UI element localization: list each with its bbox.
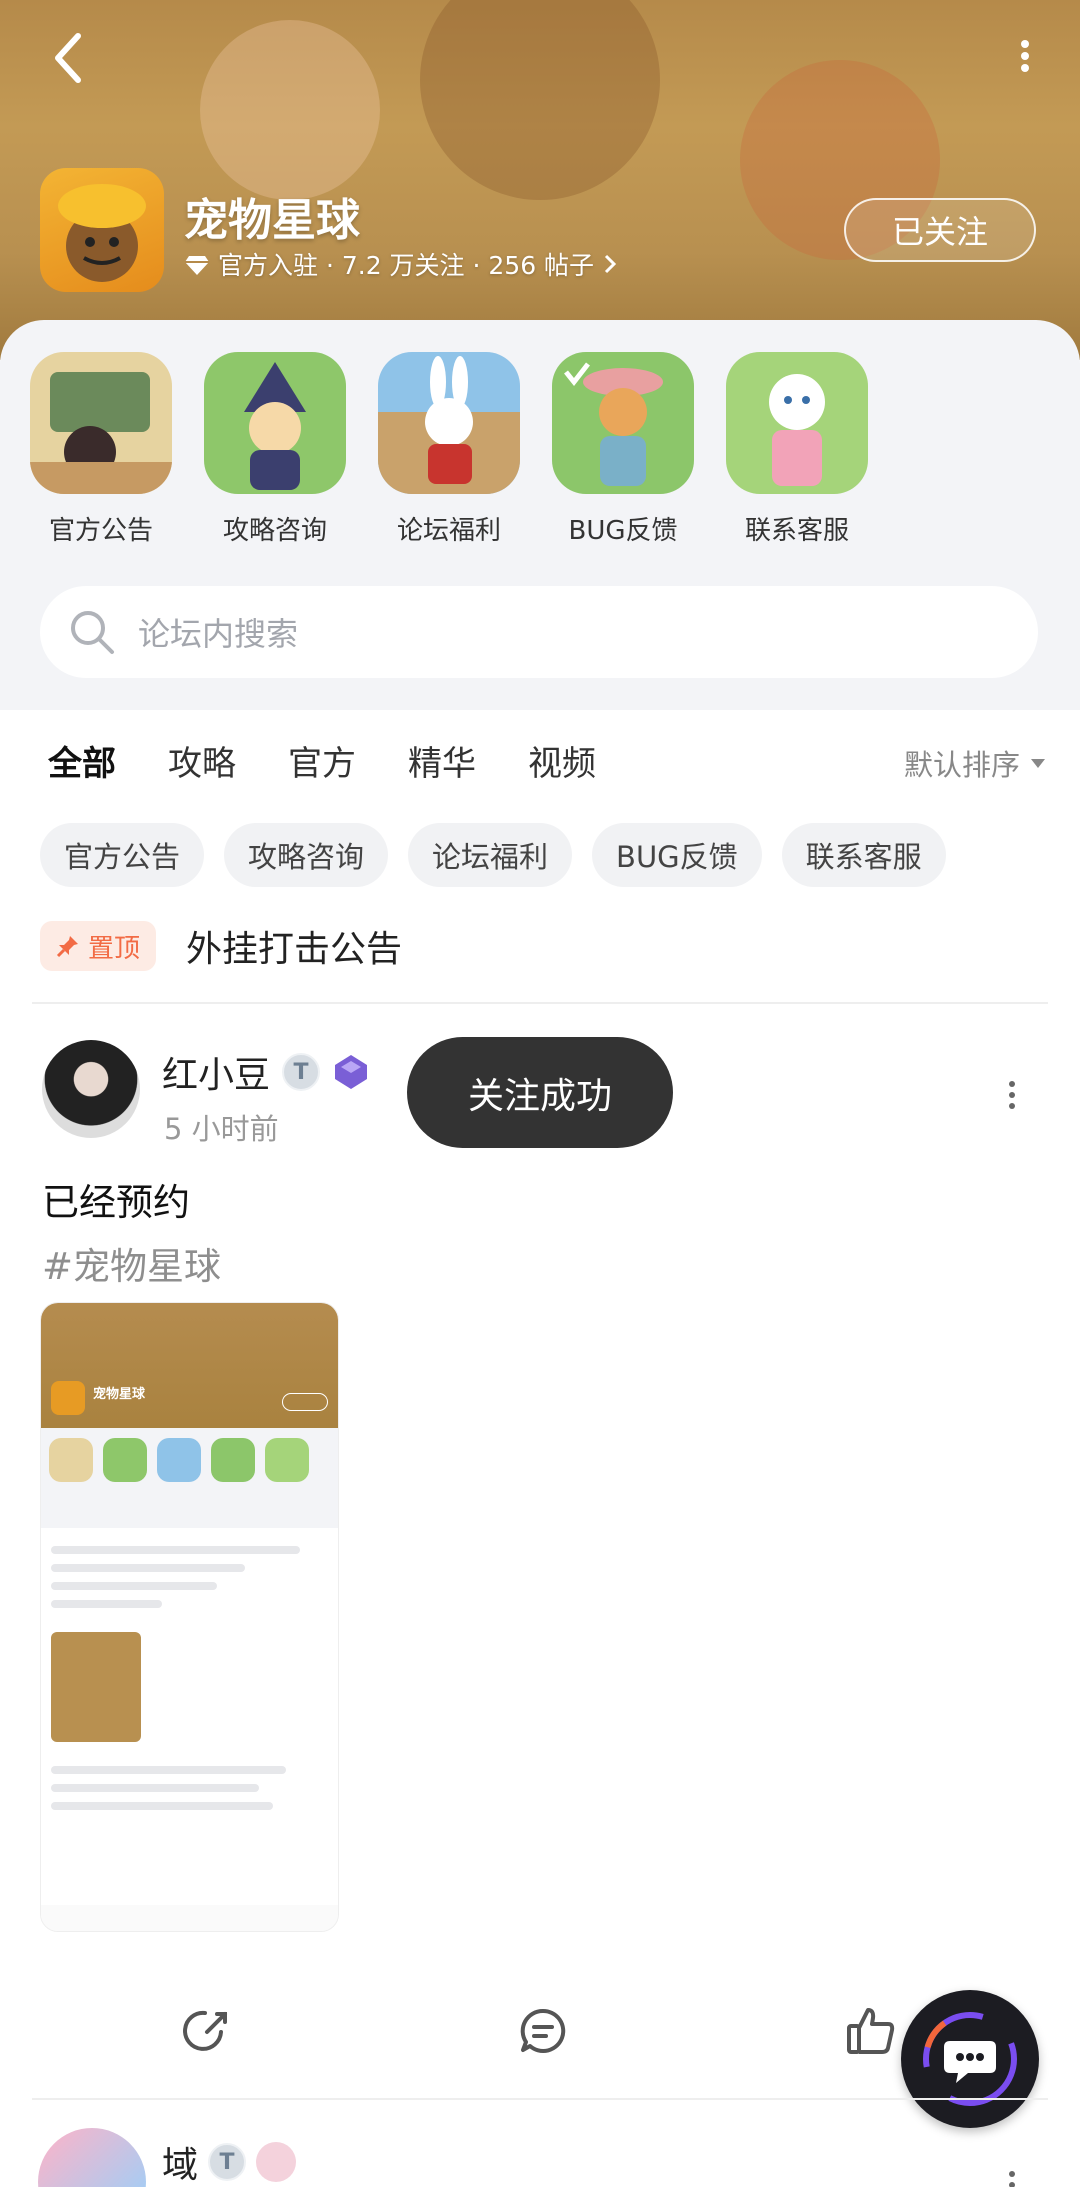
next-post-more-icon[interactable]	[1004, 2170, 1020, 2187]
post-time: 5 小时前	[164, 1112, 279, 1146]
chat-assistant-button[interactable]	[901, 1990, 1039, 2128]
search-placeholder: 论坛内搜索	[138, 615, 299, 653]
next-post-avatar[interactable]	[38, 2128, 146, 2187]
forum-header-banner: 宠物星球 官方入驻 · 7.2 万关注 · 256 帖子 已关注	[0, 0, 1080, 360]
divider	[32, 1002, 1048, 1004]
shortcut-customer-service[interactable]: 联系客服	[726, 352, 868, 547]
chip-welfare[interactable]: 论坛福利	[408, 823, 573, 887]
author-avatar[interactable]	[42, 1040, 140, 1138]
forum-shortcuts-panel: 官方公告 攻略咨询 论坛福利 BUG反馈 联系客服 论坛内搜索	[0, 320, 1080, 710]
chip-bug-report[interactable]: BUG反馈	[592, 823, 762, 887]
screenshot-follow	[282, 1393, 328, 1411]
forum-logo	[40, 168, 164, 292]
banner-art	[200, 20, 380, 200]
forum-meta-text: 官方入驻 · 7.2 万关注 · 256 帖子	[218, 251, 595, 280]
screenshot-shortcut	[211, 1438, 255, 1482]
next-post-author: 域 T	[162, 2136, 297, 2187]
post-content: 已经预约	[42, 1181, 190, 1224]
like-icon[interactable]	[846, 2006, 896, 2056]
shortcut-guide[interactable]: 攻略咨询	[204, 352, 346, 547]
screenshot-shortcut	[157, 1438, 201, 1482]
tab-all[interactable]: 全部	[48, 736, 116, 793]
shortcut-label: 攻略咨询	[222, 516, 327, 546]
post-filter-tabs: 全部 攻略 官方 精华 视频	[48, 736, 596, 793]
pinned-post-title: 外挂打击公告	[186, 929, 403, 970]
chip-guide[interactable]: 攻略咨询	[224, 823, 389, 887]
shortcut-welfare[interactable]: 论坛福利	[378, 352, 520, 547]
level-badge: T	[282, 1053, 321, 1091]
level-badge: T	[208, 2143, 247, 2181]
sort-label: 默认排序	[903, 748, 1020, 782]
caret-down-icon	[1031, 759, 1045, 768]
screenshot-body	[41, 1748, 338, 1828]
shortcut-thumbnail	[378, 352, 520, 494]
toast-message: 关注成功	[407, 1037, 673, 1148]
gem-badge-icon	[335, 1055, 368, 1089]
screenshot-shortcut	[265, 1438, 309, 1482]
divider	[32, 2098, 1048, 2100]
shortcut-label: 官方公告	[48, 516, 153, 546]
pin-icon	[56, 936, 78, 958]
tab-official[interactable]: 官方	[288, 736, 356, 785]
post-author: 红小豆 T	[162, 1046, 370, 1098]
chip-official-notice[interactable]: 官方公告	[40, 823, 205, 887]
forum-title: 宠物星球	[184, 195, 360, 246]
shortcut-label: 联系客服	[744, 516, 849, 546]
shortcut-official-notice[interactable]: 官方公告	[30, 352, 172, 547]
back-arrow-icon[interactable]	[40, 28, 100, 88]
avatar-frame-badge	[256, 2142, 297, 2182]
following-button[interactable]: 已关注	[844, 198, 1036, 262]
post-more-icon[interactable]	[1004, 1080, 1020, 1110]
tab-guides[interactable]: 攻略	[168, 736, 236, 785]
chat-bubble-icon	[923, 2012, 1017, 2106]
screenshot-nested-image	[51, 1632, 141, 1742]
shortcut-thumbnail	[30, 352, 172, 494]
tab-featured[interactable]: 精华	[408, 736, 476, 785]
chevron-right-icon	[605, 254, 617, 274]
chip-customer-service[interactable]: 联系客服	[781, 823, 946, 887]
shortcut-thumbnail	[726, 352, 868, 494]
next-author-name[interactable]: 域	[162, 2136, 198, 2187]
screenshot-nav-bar	[41, 1905, 338, 1931]
comment-icon[interactable]	[518, 2006, 568, 2056]
post-hashtag[interactable]: #宠物星球	[42, 1236, 221, 1290]
pinned-badge: 置顶	[40, 921, 157, 971]
author-name[interactable]: 红小豆	[162, 1046, 270, 1098]
shortcut-label: 论坛福利	[396, 516, 501, 546]
forum-meta[interactable]: 官方入驻 · 7.2 万关注 · 256 帖子	[184, 246, 618, 282]
screenshot-header: 宠物星球	[41, 1303, 338, 1428]
pinned-post[interactable]: 置顶 外挂打击公告	[40, 920, 402, 972]
pinned-badge-label: 置顶	[88, 933, 141, 964]
screenshot-logo	[51, 1381, 85, 1415]
screenshot-shortcut	[103, 1438, 147, 1482]
banner-art	[420, 0, 660, 200]
sort-dropdown[interactable]: 默认排序	[904, 742, 1046, 784]
tab-video[interactable]: 视频	[528, 736, 596, 785]
diamond-icon	[185, 256, 209, 275]
category-chips: 官方公告 攻略咨询 论坛福利 BUG反馈 联系客服	[40, 823, 946, 887]
screenshot-body	[41, 1528, 338, 1626]
shortcut-thumbnail	[204, 352, 346, 494]
screenshot-shortcuts	[41, 1428, 338, 1528]
shortcut-thumbnail	[552, 352, 694, 494]
screenshot-title: 宠物星球	[93, 1387, 146, 1402]
post-image[interactable]: 宠物星球	[40, 1302, 339, 1932]
shortcut-bug-report[interactable]: BUG反馈	[552, 352, 694, 547]
shortcut-label: BUG反馈	[568, 516, 678, 546]
screenshot-shortcut	[49, 1438, 93, 1482]
search-icon	[71, 611, 114, 654]
forum-search-bar[interactable]: 论坛内搜索	[40, 586, 1038, 678]
more-vertical-icon[interactable]	[1010, 36, 1040, 76]
share-icon[interactable]	[181, 2006, 231, 2056]
